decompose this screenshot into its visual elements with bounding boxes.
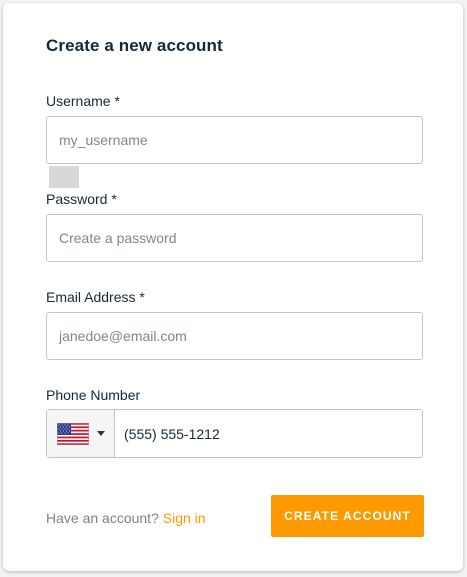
username-label: Username *	[46, 93, 120, 109]
signin-link[interactable]: Sign in	[163, 510, 206, 526]
email-input[interactable]	[46, 312, 423, 360]
autofill-indicator	[49, 166, 79, 188]
email-label: Email Address *	[46, 289, 145, 305]
username-input[interactable]	[46, 116, 423, 164]
create-account-button[interactable]: CREATE ACCOUNT	[271, 495, 424, 537]
us-flag-icon	[56, 422, 89, 445]
form-title: Create a new account	[46, 36, 223, 55]
signup-card: Create a new account Username * Password…	[3, 3, 463, 571]
phone-field	[46, 409, 423, 458]
signin-prompt: Have an account? Sign in	[46, 510, 206, 526]
chevron-down-icon	[96, 431, 105, 436]
phone-input[interactable]	[115, 410, 422, 457]
password-label: Password *	[46, 191, 117, 207]
phone-label: Phone Number	[46, 387, 141, 403]
signin-prompt-text: Have an account?	[46, 510, 159, 526]
country-code-select[interactable]	[47, 410, 115, 457]
password-input[interactable]	[46, 214, 423, 262]
